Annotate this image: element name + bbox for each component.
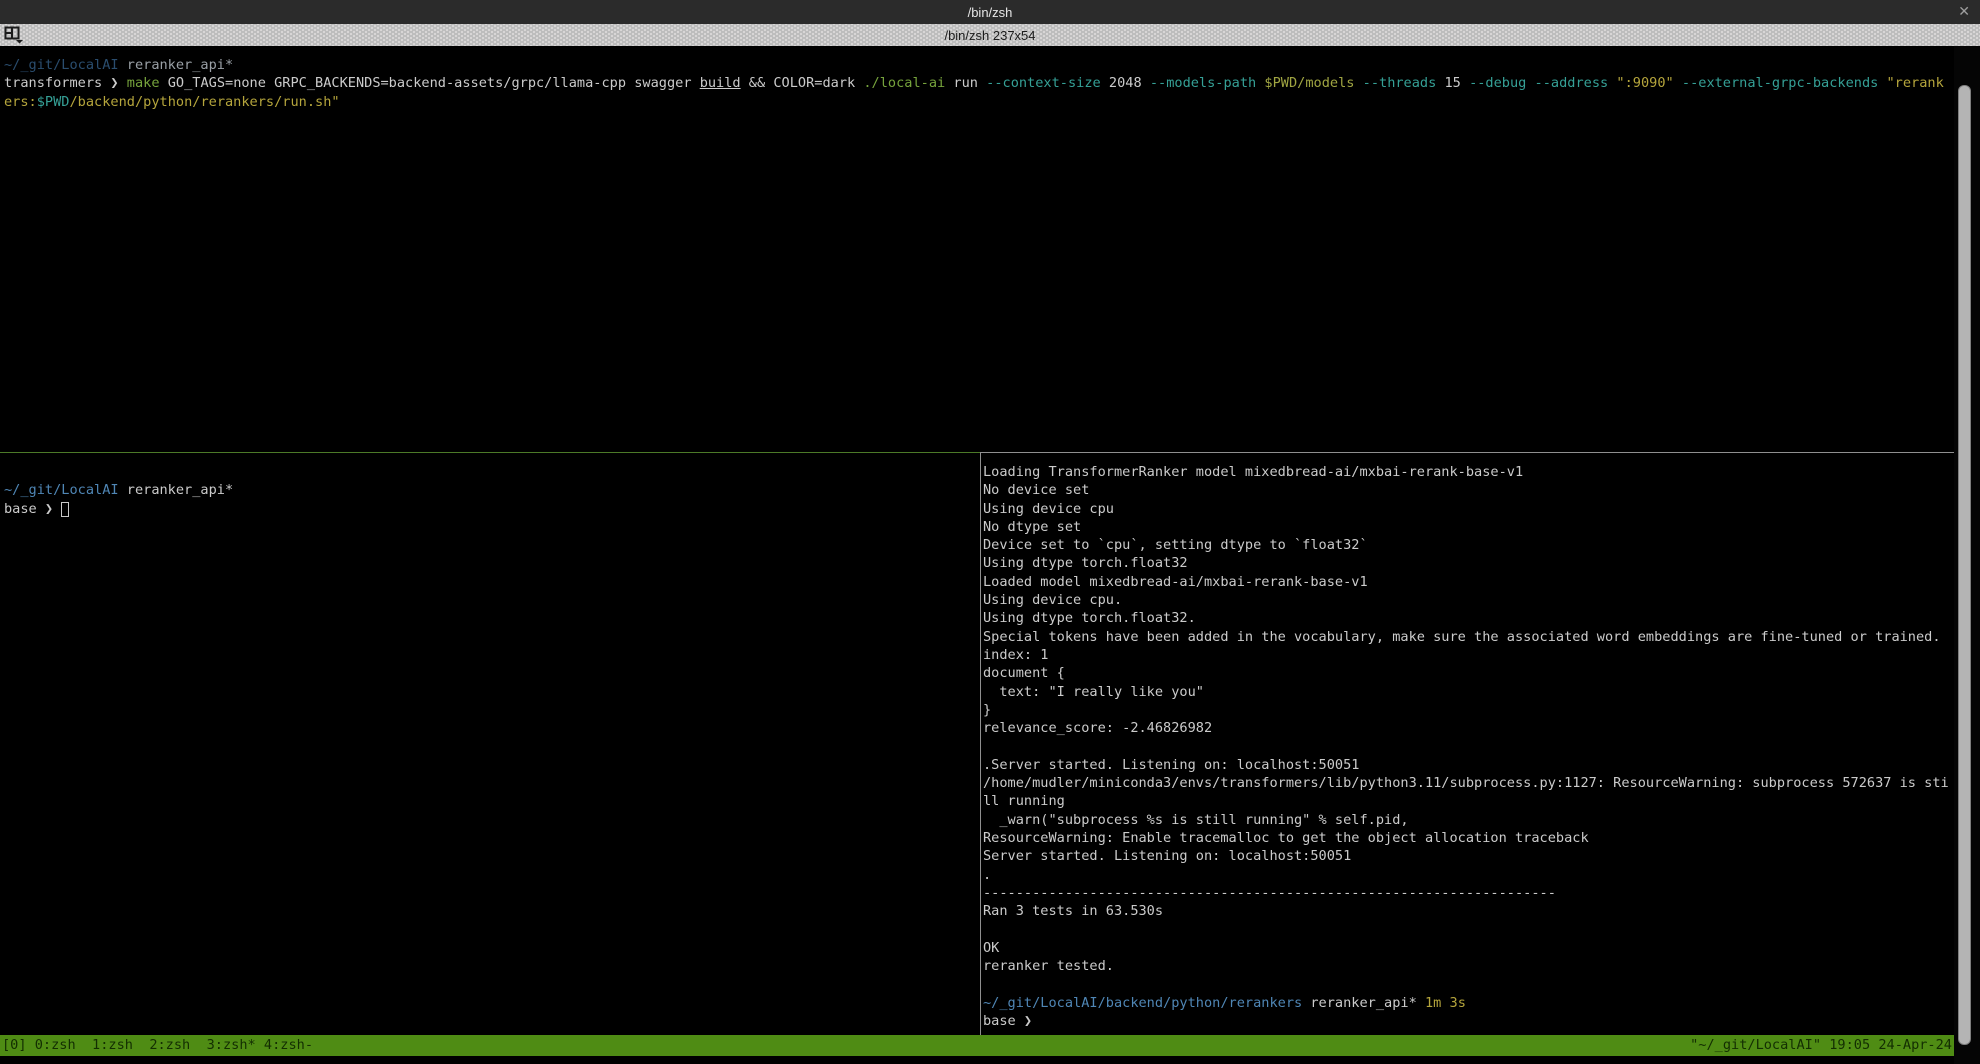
terminal-line: text: "I really like you" (983, 683, 1954, 701)
terminal-line: Using dtype torch.float32. (983, 609, 1954, 627)
terminal-line: Loaded model mixedbread-ai/mxbai-rerank-… (983, 573, 1954, 591)
terminal-line: transformers ❯ make GO_TAGS=none GRPC_BA… (4, 74, 1954, 92)
terminal-line: document { (983, 664, 1954, 682)
terminal-line: relevance_score: -2.46826982 (983, 719, 1954, 737)
text-cursor (61, 502, 69, 517)
terminal-line: base ❯ (983, 1012, 1954, 1030)
terminal-line: Device set to `cpu`, setting dtype to `f… (983, 536, 1954, 554)
terminal-line: Server started. Listening on: localhost:… (983, 847, 1954, 865)
tmux-pane-bottom-right[interactable]: Loading TransformerRanker model mixedbre… (981, 453, 1954, 1035)
terminal-line: ll running (983, 792, 1954, 810)
terminal-line (983, 975, 1954, 993)
window-title: /bin/zsh (968, 5, 1013, 20)
tmux-pane-top[interactable]: ~/_git/LocalAI reranker_api*transformers… (0, 46, 1954, 452)
terminal-line: Using dtype torch.float32 (983, 554, 1954, 572)
terminal-line: OK (983, 939, 1954, 957)
terminal-line: Ran 3 tests in 63.530s (983, 902, 1954, 920)
terminal-line: No dtype set (983, 518, 1954, 536)
tab-bar: /bin/zsh 237x54 (0, 24, 1980, 46)
terminal-line: ers:$PWD/backend/python/rerankers/run.sh… (4, 93, 1954, 111)
terminal-line (983, 737, 1954, 755)
terminal-line: Special tokens have been added in the vo… (983, 628, 1954, 646)
terminal-line: } (983, 701, 1954, 719)
terminal-line: /home/mudler/miniconda3/envs/transformer… (983, 774, 1954, 792)
terminal-line: ~/_git/LocalAI/backend/python/rerankers … (983, 994, 1954, 1012)
tmux-window-list[interactable]: [0] 0:zsh 1:zsh 2:zsh 3:zsh* 4:zsh- (0, 1035, 313, 1056)
terminal-window: /bin/zsh ✕ /bin/zsh 237x54 ~/_git/LocalA… (0, 0, 1980, 1064)
terminal-line: ----------------------------------------… (983, 884, 1954, 902)
terminal-line: ResourceWarning: Enable tracemalloc to g… (983, 829, 1954, 847)
terminal-line (983, 920, 1954, 938)
terminal-line (4, 463, 980, 481)
terminal-line: ~/_git/LocalAI reranker_api* (4, 481, 980, 499)
terminal-line: .Server started. Listening on: localhost… (983, 756, 1954, 774)
terminal-line: . (983, 866, 1954, 884)
tmux-pane-bottom-left[interactable]: ~/_git/LocalAI reranker_api*base ❯ (0, 453, 980, 1035)
terminal-line: Using device cpu (983, 500, 1954, 518)
tab-title: /bin/zsh 237x54 (944, 28, 1035, 43)
tmux-status-bar: [0] 0:zsh 1:zsh 2:zsh 3:zsh* 4:zsh- "~/_… (0, 1035, 1954, 1056)
close-icon[interactable]: ✕ (1958, 3, 1970, 20)
terminal-line: index: 1 (983, 646, 1954, 664)
terminal-line: reranker tested. (983, 957, 1954, 975)
window-layout-icon[interactable] (4, 26, 26, 44)
terminal-line: _warn("subprocess %s is still running" %… (983, 811, 1954, 829)
terminal-line: Using device cpu. (983, 591, 1954, 609)
window-titlebar: /bin/zsh ✕ (0, 0, 1980, 24)
scrollbar-thumb[interactable] (1958, 85, 1971, 1045)
terminal-line: base ❯ (4, 500, 980, 518)
terminal-line: Loading TransformerRanker model mixedbre… (983, 463, 1954, 481)
scrollbar[interactable] (1954, 46, 1980, 1064)
terminal-line: ~/_git/LocalAI reranker_api* (4, 56, 1954, 74)
tmux-status-right: "~/_git/LocalAI" 19:05 24-Apr-24 (1690, 1035, 1954, 1056)
terminal-line: No device set (983, 481, 1954, 499)
